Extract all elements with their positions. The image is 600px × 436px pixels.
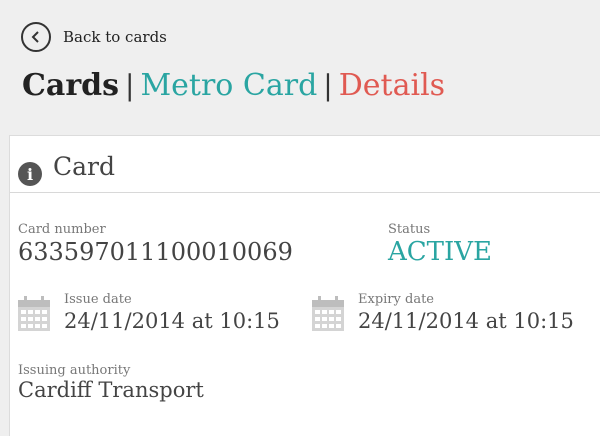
card-details-panel: i Card Card number 633597011100010069 St… xyxy=(9,135,600,436)
expiry-date-label: Expiry date xyxy=(358,292,434,307)
info-icon: i xyxy=(18,162,42,186)
chevron-left-icon xyxy=(31,31,39,43)
back-to-cards-link[interactable]: Back to cards xyxy=(21,22,167,52)
issuing-authority-value: Cardiff Transport xyxy=(18,378,204,402)
expiry-date-value: 24/11/2014 at 10:15 xyxy=(358,309,574,333)
breadcrumb-separator: | xyxy=(323,69,333,102)
status-badge: ACTIVE xyxy=(388,237,493,267)
issue-date-value: 24/11/2014 at 10:15 xyxy=(64,309,280,333)
panel-header: i Card xyxy=(10,136,600,193)
breadcrumb-metro-card[interactable]: Metro Card xyxy=(140,68,317,103)
card-number-value: 633597011100010069 xyxy=(18,238,293,266)
breadcrumb: Cards | Metro Card | Details xyxy=(22,66,445,106)
calendar-icon xyxy=(312,296,344,331)
issue-date-label: Issue date xyxy=(64,292,132,307)
back-button[interactable] xyxy=(21,22,51,52)
breadcrumb-details: Details xyxy=(338,68,446,103)
issuing-authority-label: Issuing authority xyxy=(18,363,131,378)
breadcrumb-cards[interactable]: Cards xyxy=(22,68,119,103)
panel-title: Card xyxy=(53,152,115,181)
back-label[interactable]: Back to cards xyxy=(63,28,167,46)
card-number-label: Card number xyxy=(18,222,106,237)
status-label: Status xyxy=(388,222,431,237)
breadcrumb-separator: | xyxy=(125,69,135,102)
calendar-icon xyxy=(18,296,50,331)
